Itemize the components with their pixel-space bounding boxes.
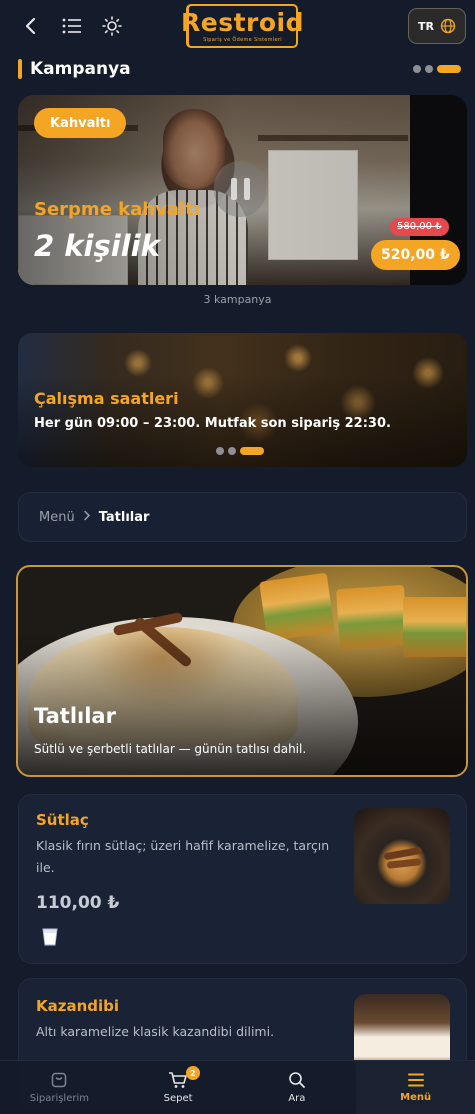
milk-glass-icon — [42, 928, 58, 946]
accent-bar — [18, 59, 22, 79]
breadcrumb: Menü Tatlılar — [18, 492, 467, 542]
pause-button[interactable] — [214, 161, 266, 217]
campaign-count: 3 kampanya — [203, 293, 272, 306]
hours-card[interactable]: Çalışma saatleri Her gün 09:00 – 23:00. … — [18, 333, 467, 467]
cart-count-badge: 2 — [185, 1066, 200, 1080]
hours-title: Çalışma saatleri — [34, 389, 179, 408]
campaign-title: Serpme kahvaltı — [34, 199, 200, 220]
nav-orders[interactable]: Siparişlerim — [0, 1061, 119, 1114]
hours-text: Her gün 09:00 – 23:00. Mutfak son sipari… — [34, 416, 391, 431]
nav-search-label: Ara — [288, 1093, 306, 1104]
nav-cart[interactable]: Sepet 2 — [119, 1061, 238, 1114]
campaign-card[interactable]: Kahvaltı Serpme kahvaltı 2 kişilik 580,0… — [18, 95, 467, 285]
campaign-subtitle: 2 kişilik — [34, 229, 160, 263]
hours-pager-dot-1[interactable] — [216, 447, 224, 455]
bag-icon — [52, 1072, 67, 1088]
category-hero-card: Tatlılar Sütlü ve şerbetli tatlılar — gü… — [16, 565, 468, 777]
pager-dot-1[interactable] — [413, 65, 421, 73]
hours-pager-dot-3-active[interactable] — [240, 447, 264, 455]
globe-icon — [440, 18, 456, 34]
top-bar: Restroid Sipariş ve Ödeme Sistemleri TR — [0, 0, 475, 54]
product-name: Sütlaç — [36, 811, 89, 829]
product-image-sutlac[interactable] — [354, 808, 450, 904]
hours-pager — [216, 447, 264, 455]
campaign-section-heading: Kampanya — [18, 58, 131, 80]
nav-orders-label: Siparişlerim — [29, 1093, 89, 1104]
logo-tagline: Sipariş ve Ödeme Sistemleri — [203, 36, 282, 43]
product-description: Klasik fırın sütlaç; üzeri hafif karamel… — [36, 838, 330, 875]
language-switch-button[interactable]: TR — [408, 8, 466, 44]
hours-pager-dot-2[interactable] — [228, 447, 236, 455]
campaign-pager — [413, 65, 461, 73]
campaign-new-price: 520,00 ₺ — [371, 240, 460, 270]
product-name: Kazandibi — [36, 997, 120, 1015]
nav-cart-label: Sepet — [163, 1093, 193, 1104]
breadcrumb-menu-link[interactable]: Menü — [39, 510, 75, 525]
nav-search[interactable]: Ara — [238, 1061, 357, 1114]
hamburger-menu-icon — [407, 1073, 424, 1087]
restroid-logo[interactable]: Restroid Sipariş ve Ödeme Sistemleri — [181, 4, 304, 48]
product-card-sutlac[interactable]: Sütlaç Klasik fırın sütlaç; üzeri hafif … — [18, 794, 467, 964]
chevron-right-icon — [83, 510, 91, 525]
pager-dot-3-active[interactable] — [437, 65, 461, 73]
bottom-navigation: Siparişlerim Sepet 2 Ara Menü — [0, 1060, 475, 1114]
category-title: Tatlılar — [34, 704, 116, 728]
campaign-old-price: 580,00 ₺ — [390, 218, 449, 236]
nav-menu-label: Menü — [400, 1092, 432, 1103]
product-description: Altı karamelize klasik kazandibi dilimi. — [36, 1024, 275, 1039]
pager-dot-2[interactable] — [425, 65, 433, 73]
campaign-category-badge: Kahvaltı — [34, 108, 127, 138]
category-description: Sütlü ve şerbetli tatlılar — günün tatlı… — [34, 742, 307, 756]
language-code: TR — [418, 19, 434, 33]
logo-text: Restroid — [181, 7, 305, 37]
campaign-section-title: Kampanya — [30, 59, 131, 79]
back-icon[interactable] — [17, 12, 45, 40]
product-price: 110,00 ₺ — [36, 893, 120, 913]
breadcrumb-current: Tatlılar — [98, 509, 150, 525]
list-icon[interactable] — [58, 12, 86, 40]
theme-sun-icon[interactable] — [98, 12, 126, 40]
nav-menu[interactable]: Menü — [356, 1061, 475, 1114]
search-icon — [289, 1072, 305, 1088]
